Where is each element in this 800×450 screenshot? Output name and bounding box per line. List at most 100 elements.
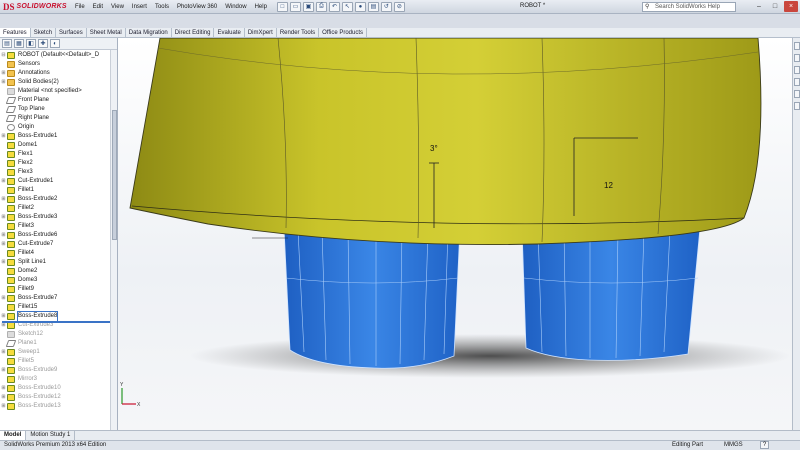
tree-item[interactable]: ⊞ Boss-Extrude7 bbox=[0, 294, 117, 303]
expand-icon[interactable]: ⊞ bbox=[0, 69, 7, 78]
right-leg[interactable] bbox=[521, 227, 701, 361]
tab-dimxpert[interactable]: DimXpert bbox=[245, 28, 277, 37]
collapse-icon[interactable]: ⊟ bbox=[0, 51, 7, 60]
tree-item[interactable]: ⊞ Annotations bbox=[0, 69, 117, 78]
tab-evaluate[interactable]: Evaluate bbox=[214, 28, 245, 37]
tree-item[interactable]: Top Plane bbox=[0, 105, 117, 114]
feature-tree-icon[interactable]: ▤ bbox=[2, 39, 12, 48]
tab-motion-study[interactable]: Motion Study 1 bbox=[26, 431, 76, 440]
minimize-button[interactable]: – bbox=[752, 1, 766, 12]
tree-item[interactable]: ⊞ Boss-Extrude13 bbox=[0, 402, 117, 411]
tree-item[interactable]: Fillet2 bbox=[0, 204, 117, 213]
rebuild-icon[interactable]: ● bbox=[354, 1, 366, 12]
open-folder-icon[interactable]: ▭ bbox=[289, 1, 301, 12]
tree-item[interactable]: ⊞ Boss-Extrude10 bbox=[0, 384, 117, 393]
tree-item[interactable]: ⊞ Boss-Extrude3 bbox=[0, 213, 117, 222]
property-manager-icon[interactable]: ▦ bbox=[14, 39, 24, 48]
expand-icon[interactable]: ⊞ bbox=[0, 393, 7, 402]
units-selector[interactable]: MMGS bbox=[724, 441, 743, 450]
save-icon[interactable]: ▣ bbox=[302, 1, 314, 12]
view-tool-icon[interactable]: ⊘ bbox=[393, 1, 405, 12]
expand-icon[interactable]: ⊞ bbox=[0, 132, 7, 141]
rollback-bar[interactable] bbox=[2, 321, 116, 323]
tab-direct-editing[interactable]: Direct Editing bbox=[172, 28, 215, 37]
design-library-icon[interactable] bbox=[794, 54, 800, 62]
solidworks-logo[interactable]: DS SOLIDWORKS bbox=[3, 1, 67, 13]
scrollbar-thumb[interactable] bbox=[112, 110, 117, 240]
tree-item[interactable]: Mirror3 bbox=[0, 375, 117, 384]
menu-photoview[interactable]: PhotoView 360 bbox=[173, 0, 221, 14]
tree-item[interactable]: ⊞ Boss-Extrude12 bbox=[0, 393, 117, 402]
tree-item[interactable]: ⊞ Boss-Extrude9 bbox=[0, 366, 117, 375]
tree-item[interactable]: Right Plane bbox=[0, 114, 117, 123]
menu-edit[interactable]: Edit bbox=[89, 0, 107, 14]
tree-item[interactable]: Flex3 bbox=[0, 168, 117, 177]
expand-icon[interactable]: ⊞ bbox=[0, 366, 7, 375]
tree-item[interactable]: ⊞ Boss-Extrude6 bbox=[0, 231, 117, 240]
tab-office-products[interactable]: Office Products bbox=[319, 28, 368, 37]
expand-icon[interactable]: ⊞ bbox=[0, 312, 7, 321]
sketch-relation-icon[interactable]: ↺ bbox=[380, 1, 392, 12]
dimxpert-manager-icon[interactable]: ✚ bbox=[38, 39, 48, 48]
expand-icon[interactable]: ⊞ bbox=[0, 294, 7, 303]
tab-sheet-metal[interactable]: Sheet Metal bbox=[87, 28, 126, 37]
print-icon[interactable]: ⎙ bbox=[315, 1, 327, 12]
tree-item[interactable]: Sketch12 bbox=[0, 330, 117, 339]
tree-item[interactable]: Fillet4 bbox=[0, 249, 117, 258]
tree-item[interactable]: Fillet5 bbox=[0, 357, 117, 366]
tab-features[interactable]: Features bbox=[0, 28, 31, 37]
tree-item[interactable]: Flex1 bbox=[0, 150, 117, 159]
resources-icon[interactable] bbox=[794, 42, 800, 50]
tab-render-tools[interactable]: Render Tools bbox=[277, 28, 320, 37]
tree-item[interactable]: ⊞ Boss-Extrude1 bbox=[0, 132, 117, 141]
menu-help[interactable]: Help bbox=[251, 0, 271, 14]
tree-item[interactable]: Dome2 bbox=[0, 267, 117, 276]
tree-item[interactable]: ⊞ Solid Bodies(2) bbox=[0, 78, 117, 87]
tree-item[interactable]: ⊞ Boss-Extrude2 bbox=[0, 195, 117, 204]
tab-model[interactable]: Model bbox=[0, 431, 27, 440]
help-search-input[interactable]: ⚲ Search SolidWorks Help bbox=[642, 2, 736, 12]
model-canvas[interactable]: 3° 12 Y X bbox=[118, 38, 792, 430]
left-leg[interactable] bbox=[283, 227, 461, 369]
tree-item[interactable]: Dome3 bbox=[0, 276, 117, 285]
expand-icon[interactable]: ⊞ bbox=[0, 213, 7, 222]
expand-icon[interactable]: ⊞ bbox=[0, 177, 7, 186]
tree-root[interactable]: ⊟ ROBOT (Default<<Default>_D bbox=[0, 51, 117, 60]
new-document-icon[interactable]: □ bbox=[276, 1, 288, 12]
tab-surfaces[interactable]: Surfaces bbox=[56, 28, 87, 37]
menu-view[interactable]: View bbox=[107, 0, 128, 14]
dome-body[interactable] bbox=[129, 38, 762, 246]
tree-item[interactable]: Dome1 bbox=[0, 141, 117, 150]
file-explorer-icon[interactable] bbox=[794, 66, 800, 74]
tree-item[interactable]: ⊞ Boss-Extrude8 bbox=[0, 311, 117, 322]
maximize-button[interactable]: □ bbox=[768, 1, 782, 12]
help-icon[interactable]: ? bbox=[760, 441, 769, 449]
tree-item[interactable]: Origin bbox=[0, 123, 117, 132]
expand-icon[interactable]: ⊞ bbox=[0, 231, 7, 240]
expand-icon[interactable]: ⊞ bbox=[0, 78, 7, 87]
view-palette-icon[interactable] bbox=[794, 78, 800, 86]
tree-item[interactable]: Flex2 bbox=[0, 159, 117, 168]
close-button[interactable]: × bbox=[784, 1, 798, 12]
menu-tools[interactable]: Tools bbox=[151, 0, 173, 14]
tab-sketch[interactable]: Sketch bbox=[31, 28, 57, 37]
tree-item[interactable]: Fillet3 bbox=[0, 222, 117, 231]
display-manager-icon[interactable]: ◐ bbox=[50, 39, 60, 48]
tree-item[interactable]: ⊞ Cut-Extrude1 bbox=[0, 177, 117, 186]
custom-properties-icon[interactable] bbox=[794, 102, 800, 110]
expand-icon[interactable]: ⊞ bbox=[0, 195, 7, 204]
options-icon[interactable]: ▤ bbox=[367, 1, 379, 12]
feature-tree-scrollbar[interactable] bbox=[110, 50, 117, 430]
menu-insert[interactable]: Insert bbox=[128, 0, 151, 14]
expand-icon[interactable]: ⊞ bbox=[0, 384, 7, 393]
expand-icon[interactable]: ⊞ bbox=[0, 348, 7, 357]
graphics-viewport[interactable]: ⌕ ⌕ ↶ ◪ ▣ ◼ ◉ ◕ ◐ ▦ bbox=[118, 38, 792, 430]
menu-window[interactable]: Window bbox=[221, 0, 250, 14]
expand-icon[interactable]: ⊞ bbox=[0, 240, 7, 249]
tree-item[interactable]: Plane1 bbox=[0, 339, 117, 348]
tree-item[interactable]: Fillet1 bbox=[0, 186, 117, 195]
tree-item[interactable]: Sensors bbox=[0, 60, 117, 69]
appearances-icon[interactable] bbox=[794, 90, 800, 98]
tree-item[interactable]: Material <not specified> bbox=[0, 87, 117, 96]
tree-item[interactable]: ⊞ Cut-Extrude7 bbox=[0, 240, 117, 249]
